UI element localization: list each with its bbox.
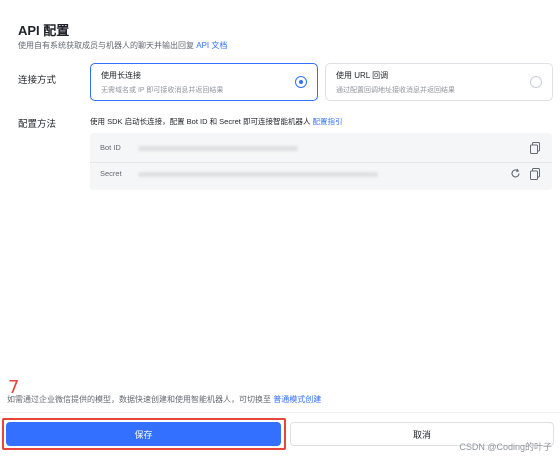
config-method-desc: 使用 SDK 启动长连接，配置 Bot ID 和 Secret 即可连接智能机器… — [90, 116, 343, 127]
bot-id-row: Bot ID — [90, 135, 552, 163]
bot-id-label: Bot ID — [100, 143, 121, 152]
radio-unselected-icon[interactable] — [530, 76, 542, 88]
switch-mode-note: 如需通过企业微信提供的模型，数据快速创建和使用智能机器人，可切换至 普通模式创建 — [7, 394, 321, 405]
refresh-icon[interactable] — [510, 168, 522, 180]
config-method-label: 配置方法 — [18, 119, 57, 130]
page-title: API 配置 — [18, 23, 70, 38]
mode-url-callback-card[interactable]: 使用 URL 回调 通过配置回调地址接收消息并返回结果 — [325, 63, 553, 101]
mode-desc: 无需域名或 IP 即可接收消息并返回结果 — [101, 87, 224, 94]
copy-icon[interactable] — [530, 142, 542, 154]
secret-row: Secret — [90, 161, 552, 187]
secret-label: Secret — [100, 169, 122, 178]
mode-title: 使用长连接 — [101, 71, 141, 80]
api-config-panel: API 配置 使用自有系统获取成员与机器人的聊天并输出回复 API 文档 连接方… — [0, 0, 560, 457]
mode-desc: 通过配置回调地址接收消息并返回结果 — [336, 87, 455, 94]
credentials-box: Bot ID Secret — [90, 133, 552, 190]
page-subtitle: 使用自有系统获取成员与机器人的聊天并输出回复 API 文档 — [18, 40, 227, 51]
api-docs-link[interactable]: API 文档 — [196, 41, 227, 50]
radio-selected-icon[interactable] — [295, 76, 307, 88]
mode-title: 使用 URL 回调 — [336, 71, 389, 80]
config-desc-text: 使用 SDK 启动长连接，配置 Bot ID 和 Secret 即可连接智能机器… — [90, 117, 311, 126]
note-text: 如需通过企业微信提供的模型，数据快速创建和使用智能机器人，可切换至 — [7, 395, 271, 404]
connection-mode-label: 连接方式 — [18, 75, 57, 86]
subtitle-text: 使用自有系统获取成员与机器人的聊天并输出回复 — [18, 41, 194, 50]
save-button[interactable]: 保存 — [6, 422, 281, 446]
config-guide-link[interactable]: 配置指引 — [313, 117, 343, 126]
normal-mode-link[interactable]: 普通模式创建 — [273, 395, 321, 404]
bot-id-value-redacted — [138, 146, 298, 151]
copy-icon[interactable] — [530, 168, 542, 180]
watermark: CSDN @Coding的叶子 — [459, 442, 552, 452]
mode-long-connection-card[interactable]: 使用长连接 无需域名或 IP 即可接收消息并返回结果 — [90, 63, 318, 101]
secret-value-redacted — [138, 172, 378, 177]
